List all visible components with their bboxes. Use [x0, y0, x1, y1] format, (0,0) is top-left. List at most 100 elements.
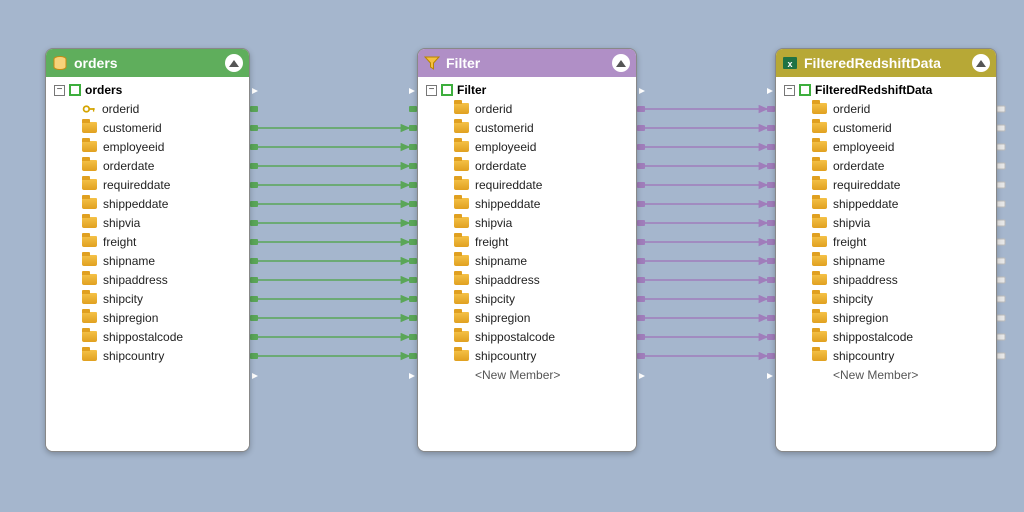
field-employeeid[interactable]: employeeid — [784, 137, 988, 156]
field-label: requireddate — [475, 178, 542, 192]
folder-icon — [454, 350, 469, 361]
table-icon — [799, 84, 811, 96]
field-requireddate[interactable]: requireddate — [784, 175, 988, 194]
field-shippeddate[interactable]: shippeddate — [426, 194, 628, 213]
field-shippeddate[interactable]: shippeddate — [54, 194, 241, 213]
field-shipcity[interactable]: shipcity — [426, 289, 628, 308]
field-label: shipcity — [475, 292, 515, 306]
field-shipcountry[interactable]: shipcountry — [784, 346, 988, 365]
field-freight[interactable]: freight — [784, 232, 988, 251]
field-label: freight — [475, 235, 508, 249]
field-customerid[interactable]: customerid — [426, 118, 628, 137]
panel-filter-body: − Filter orderidcustomeridemployeeid orde… — [418, 77, 636, 451]
folder-icon — [82, 350, 97, 361]
field-shipcity[interactable]: shipcity — [54, 289, 241, 308]
panel-orders[interactable]: orders − orders orderidcustomeridemploye… — [45, 48, 250, 452]
field-label: shipaddress — [475, 273, 540, 287]
field-shipregion[interactable]: shipregion — [426, 308, 628, 327]
panel-filter[interactable]: Filter − Filter orderidcustomeridemploye… — [417, 48, 637, 452]
folder-icon — [812, 122, 827, 133]
folder-icon — [454, 331, 469, 342]
field-shippostalcode[interactable]: shippostalcode — [426, 327, 628, 346]
new-member[interactable]: <New Member> — [426, 365, 628, 384]
folder-icon — [82, 293, 97, 304]
field-label: shippostalcode — [103, 330, 183, 344]
field-shipvia[interactable]: shipvia — [426, 213, 628, 232]
field-shipaddress[interactable]: shipaddress — [426, 270, 628, 289]
field-orderdate[interactable]: orderdate — [54, 156, 241, 175]
field-label: orderdate — [475, 159, 526, 173]
field-shipregion[interactable]: shipregion — [54, 308, 241, 327]
field-customerid[interactable]: customerid — [784, 118, 988, 137]
root-label: Filter — [457, 83, 486, 97]
field-orderdate[interactable]: orderdate — [426, 156, 628, 175]
root-label: orders — [85, 83, 122, 97]
tree-toggle-icon[interactable]: − — [426, 85, 437, 96]
collapse-button[interactable] — [612, 54, 630, 72]
panel-filter-title: Filter — [446, 55, 606, 71]
field-orderid[interactable]: orderid — [426, 99, 628, 118]
root-node-filter[interactable]: − Filter — [426, 83, 628, 97]
field-shipcountry[interactable]: shipcountry — [54, 346, 241, 365]
panel-filteredredshiftdata[interactable]: x FilteredRedshiftData − FilteredRedshif… — [775, 48, 997, 452]
root-node-orders[interactable]: − orders — [54, 83, 241, 97]
field-freight[interactable]: freight — [426, 232, 628, 251]
field-shipaddress[interactable]: shipaddress — [784, 270, 988, 289]
field-requireddate[interactable]: requireddate — [54, 175, 241, 194]
folder-icon — [454, 160, 469, 171]
panel-filtered-header[interactable]: x FilteredRedshiftData — [776, 49, 996, 77]
folder-icon — [454, 236, 469, 247]
field-label: employeeid — [833, 140, 894, 154]
diagram-canvas: orders − orders orderidcustomeridemploye… — [0, 0, 1024, 512]
database-icon — [52, 55, 68, 71]
folder-icon — [812, 141, 827, 152]
field-shipcity[interactable]: shipcity — [784, 289, 988, 308]
folder-icon — [812, 236, 827, 247]
folder-icon — [454, 293, 469, 304]
field-label: customerid — [833, 121, 892, 135]
panel-filter-header[interactable]: Filter — [418, 49, 636, 77]
folder-icon — [454, 198, 469, 209]
panel-orders-header[interactable]: orders — [46, 49, 249, 77]
field-freight[interactable]: freight — [54, 232, 241, 251]
field-label: shipname — [475, 254, 527, 268]
field-shipvia[interactable]: shipvia — [784, 213, 988, 232]
field-shipname[interactable]: shipname — [54, 251, 241, 270]
field-shipname[interactable]: shipname — [784, 251, 988, 270]
collapse-button[interactable] — [972, 54, 990, 72]
field-label: orderdate — [103, 159, 154, 173]
field-employeeid[interactable]: employeeid — [54, 137, 241, 156]
folder-icon — [812, 255, 827, 266]
root-node-filtered[interactable]: − FilteredRedshiftData — [784, 83, 988, 97]
tree-toggle-icon[interactable]: − — [54, 85, 65, 96]
field-orderid[interactable]: orderid — [784, 99, 988, 118]
field-label: freight — [833, 235, 866, 249]
folder-icon — [82, 122, 97, 133]
folder-icon — [812, 331, 827, 342]
panel-orders-body: − orders orderidcustomeridemployeeid orde… — [46, 77, 249, 451]
folder-icon — [82, 160, 97, 171]
field-shippeddate[interactable]: shippeddate — [784, 194, 988, 213]
field-shipcountry[interactable]: shipcountry — [426, 346, 628, 365]
field-label: shipvia — [103, 216, 140, 230]
field-shipaddress[interactable]: shipaddress — [54, 270, 241, 289]
tree-toggle-icon[interactable]: − — [784, 85, 795, 96]
field-shippostalcode[interactable]: shippostalcode — [784, 327, 988, 346]
excel-icon: x — [782, 55, 798, 71]
field-shipname[interactable]: shipname — [426, 251, 628, 270]
folder-icon — [812, 312, 827, 323]
field-shipregion[interactable]: shipregion — [784, 308, 988, 327]
panel-filtered-title: FilteredRedshiftData — [804, 55, 966, 71]
collapse-button[interactable] — [225, 54, 243, 72]
panel-filtered-body: − FilteredRedshiftData orderid customerid… — [776, 77, 996, 451]
field-orderdate[interactable]: orderdate — [784, 156, 988, 175]
new-member[interactable]: <New Member> — [784, 365, 988, 384]
folder-icon — [454, 312, 469, 323]
field-shipvia[interactable]: shipvia — [54, 213, 241, 232]
field-shippostalcode[interactable]: shippostalcode — [54, 327, 241, 346]
field-orderid[interactable]: orderid — [54, 99, 241, 118]
field-employeeid[interactable]: employeeid — [426, 137, 628, 156]
field-customerid[interactable]: customerid — [54, 118, 241, 137]
folder-icon — [454, 217, 469, 228]
field-requireddate[interactable]: requireddate — [426, 175, 628, 194]
